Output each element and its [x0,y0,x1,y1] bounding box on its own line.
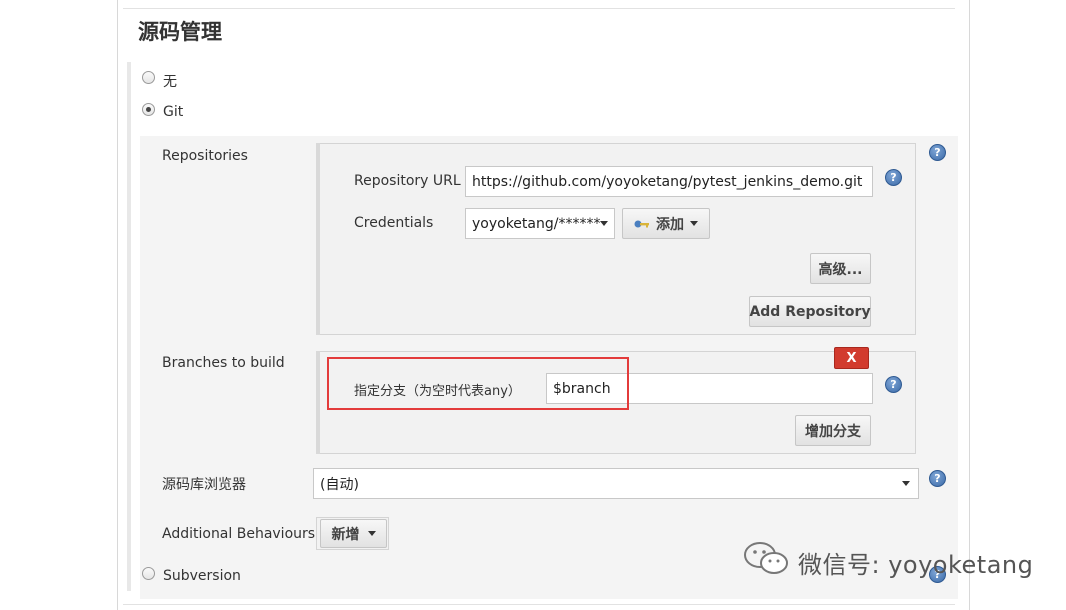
branch-indent-bar [316,351,320,454]
radio-none[interactable] [142,71,155,84]
divider [123,8,955,9]
credentials-value: yoyoketang/****** [472,215,601,232]
help-icon[interactable]: ? [885,169,902,186]
repositories-label: Repositories [162,148,248,164]
radio-none-label: 无 [163,74,177,90]
add-behaviour-button[interactable]: 新增 [320,519,387,548]
repo-browser-value: (自动) [320,476,359,493]
help-icon[interactable]: ? [929,144,946,161]
add-behaviour-label: 新增 [331,526,360,543]
help-icon[interactable]: ? [885,376,902,393]
help-icon[interactable]: ? [929,470,946,487]
section-title: 源码管理 [138,20,222,44]
add-credentials-label: 添加 [656,216,684,233]
repo-browser-select[interactable]: (自动) [313,468,919,499]
section-indent-bar [127,62,131,591]
add-branch-button[interactable]: 增加分支 [795,415,871,446]
credentials-label: Credentials [354,215,434,231]
radio-git[interactable] [142,103,155,116]
divider [123,604,955,605]
chevron-down-icon [690,221,698,226]
radio-subversion[interactable] [142,567,155,580]
chevron-down-icon [902,481,910,486]
chevron-down-icon [367,531,376,536]
additional-behaviours-label: Additional Behaviours [162,526,316,542]
radio-subversion-label: Subversion [163,568,241,584]
repository-indent-bar [316,143,320,335]
repo-browser-label: 源码库浏览器 [162,477,246,493]
chevron-down-icon [600,221,609,226]
wechat-icon [744,542,788,574]
branches-label: Branches to build [162,355,285,371]
repository-url-input[interactable]: https://github.com/yoyoketang/pytest_jen… [465,166,873,197]
delete-branch-button[interactable]: X [834,347,869,369]
repository-url-label: Repository URL [354,173,461,189]
highlight-box [327,357,629,410]
watermark-text: 微信号: yoyoketang [798,551,1034,579]
key-icon [634,220,649,227]
add-credentials-button[interactable]: 添加 [622,208,710,239]
advanced-button[interactable]: 高级... [810,253,871,284]
add-repository-button[interactable]: Add Repository [749,296,871,327]
credentials-select[interactable]: yoyoketang/****** [465,208,615,239]
radio-git-label: Git [163,104,184,120]
